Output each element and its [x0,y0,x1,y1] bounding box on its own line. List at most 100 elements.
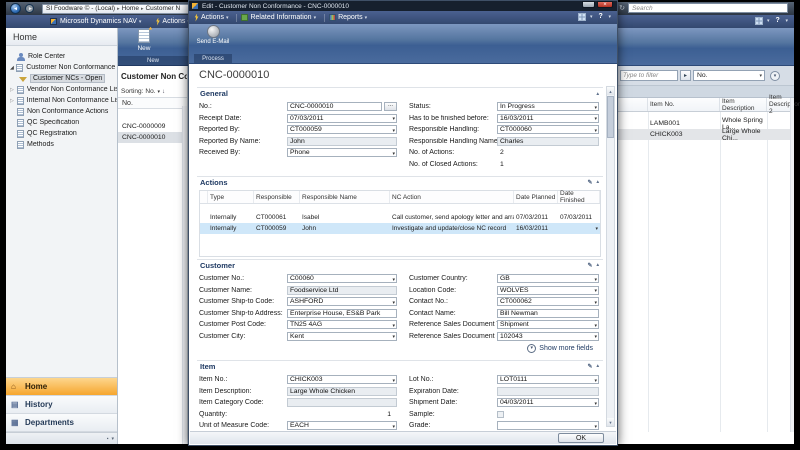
departments-button[interactable]: ▦ Departments [6,414,117,432]
show-more-fields-link[interactable]: ▾ Show more fields [409,342,599,354]
forward-icon[interactable] [25,4,34,13]
shipment-date-field[interactable]: 04/03/2011 [497,398,599,407]
new-button[interactable]: New [122,29,166,55]
scroll-down-icon[interactable]: ▼ [607,418,614,426]
filter-field-dropdown[interactable]: No. [693,70,765,81]
list-item[interactable]: CNC-0000010 [118,132,187,143]
filter-go-icon[interactable]: ▸ [680,70,691,81]
table-row[interactable]: LAMB001 Whole Spring La... [616,118,794,129]
grade-field[interactable] [497,421,599,430]
collapse-section-icon[interactable]: ▴ [596,179,599,186]
collapse-section-icon[interactable]: ▴ [596,262,599,269]
help-icon[interactable] [596,13,604,21]
breadcrumb[interactable]: SI Foodware © - (Local) Home Customer N [42,4,194,14]
reported-by-field[interactable]: CT000059 [287,125,397,134]
send-email-button[interactable]: Send E-Mail [194,25,232,53]
column-header-nc-action[interactable]: NC Action [390,191,514,203]
lot-no-field[interactable]: LOT0111 [497,375,599,384]
sidebar-item-customer-ncs-open[interactable]: Customer NCs - Open [6,73,117,84]
list-scrollbar[interactable] [182,106,187,444]
dialog-actions-menu[interactable]: Actions ▾ [201,14,228,21]
customer-country-field[interactable]: GB [497,274,599,283]
reference-sales-doc-type-field[interactable]: Shipment [497,320,599,329]
history-button[interactable]: ▤ History [6,396,117,414]
column-header-type[interactable]: Type [208,191,254,203]
section-header-customer[interactable]: Customer ✎▴ [197,259,603,271]
search-input[interactable] [628,3,788,13]
edit-icon[interactable]: ✎ [587,363,592,370]
edit-icon[interactable]: ✎ [587,179,592,186]
section-header-item[interactable]: Item ✎▴ [197,360,603,372]
edit-icon[interactable]: ✎ [587,262,592,269]
responsible-handling-field[interactable]: CT000060 [497,125,599,134]
received-by-field[interactable]: Phone [287,148,397,157]
location-code-field[interactable]: WOLVES [497,286,599,295]
finish-before-field[interactable]: 16/03/2011 [497,114,599,123]
dialog-reports-menu[interactable]: Reports ▾ [338,14,367,21]
status-field[interactable]: In Progress [497,102,599,111]
table-row[interactable]: Internally CT000059 John Investigate and… [200,223,600,234]
customer-shipto-address-field[interactable]: Enterprise House, ES&B Park [287,309,397,318]
close-button[interactable]: × [597,1,613,8]
sample-checkbox[interactable] [497,411,504,418]
column-header-item-no[interactable]: Item No. [648,98,720,111]
filter-expand-icon[interactable]: ▾ [770,71,780,81]
sorting-bar[interactable]: Sorting: No. ▾ ↓ [118,86,187,97]
sidebar-item-methods[interactable]: Methods [6,139,117,150]
refresh-icon[interactable]: ↻ [619,4,625,12]
minimize-button[interactable] [582,1,595,8]
home-button[interactable]: ⌂ Home [6,378,117,396]
table-row[interactable]: CHICK003 Large Whole Chi... [616,129,794,140]
customer-post-code-field[interactable]: TN25 4AG [287,320,397,329]
filter-input[interactable] [620,70,678,81]
no-field[interactable]: CNC-0000010 [287,102,382,111]
receipt-date-field[interactable]: 07/03/2011 [287,114,397,123]
item-no-field[interactable]: CHICK003 [287,375,397,384]
contact-name-field[interactable]: Bill Newman [497,309,599,318]
app-menu-dynamics-nav[interactable]: Microsoft Dynamics NAV ▾ [60,18,141,25]
table-row[interactable]: Internally CT000061 Isabel Call customer… [200,212,600,223]
ok-button[interactable]: OK [558,433,604,443]
column-header-date-finished[interactable]: Date Finished [558,191,600,203]
dialog-scrollbar[interactable]: ▲ ▼ [606,86,615,427]
contact-no-field[interactable]: CT000062 [497,297,599,306]
column-header-item-description[interactable]: Item Description [720,98,767,111]
scroll-up-icon[interactable]: ▲ [607,87,614,95]
dialog-related-information-menu[interactable]: Related Information ▾ [250,14,316,21]
breadcrumb-segment[interactable]: Home [122,5,139,12]
breadcrumb-segment[interactable]: Customer N [145,5,180,12]
sorting-field[interactable]: No. [145,88,155,95]
chevron-down-icon[interactable]: ▾ [111,436,114,442]
column-header-responsible[interactable]: Responsible [254,191,300,203]
collapsed-arrow-icon[interactable]: ▷ [10,87,17,93]
customer-city-field[interactable]: Kent [287,332,397,341]
collapse-section-icon[interactable]: ▴ [596,91,599,97]
list-item[interactable]: CNC-0000009 [118,121,187,132]
column-header-item-description-2[interactable]: Item Description 2 [767,98,800,111]
sidebar-item-role-center[interactable]: Role Center [6,51,117,62]
unit-of-measure-field[interactable]: EACH [287,421,397,430]
breadcrumb-segment[interactable]: SI Foodware © - (Local) [46,5,115,12]
column-header-responsible-name[interactable]: Responsible Name [300,191,390,203]
sidebar-item-vendor-nc-list[interactable]: ▷ Vendor Non Conformance List [6,84,117,95]
view-selector-icon[interactable] [755,17,763,25]
collapsed-arrow-icon[interactable]: ▷ [10,98,17,104]
assist-edit-button[interactable] [384,102,397,111]
help-icon[interactable] [773,17,781,25]
customer-no-field[interactable]: C00060 [287,274,397,283]
view-selector-icon[interactable] [578,13,586,21]
quantity-field[interactable]: 1 [287,410,397,419]
sidebar-item-qc-specification[interactable]: QC Specification [6,117,117,128]
sort-ascending-icon[interactable]: ↓ [162,89,165,95]
section-header-actions[interactable]: Actions ✎▴ [197,176,603,188]
sidebar-item-qc-registration[interactable]: QC Registration [6,128,117,139]
dialog-titlebar[interactable]: Edit - Customer Non Conformance - CNC-00… [189,1,617,11]
collapse-section-icon[interactable]: ▴ [596,363,599,370]
list-actions-menu[interactable]: Actions ▾ [162,18,189,25]
section-header-general[interactable]: General ▴ [197,87,603,99]
sidebar-item-nc-actions[interactable]: Non Conformance Actions [6,106,117,117]
item-table-scrollbar[interactable] [790,98,794,432]
sidebar-item-internal-nc-list[interactable]: ▷ Internal Non Conformance List [6,95,117,106]
list-column-header[interactable]: No. [118,97,187,109]
scrollbar-thumb[interactable] [607,96,614,138]
